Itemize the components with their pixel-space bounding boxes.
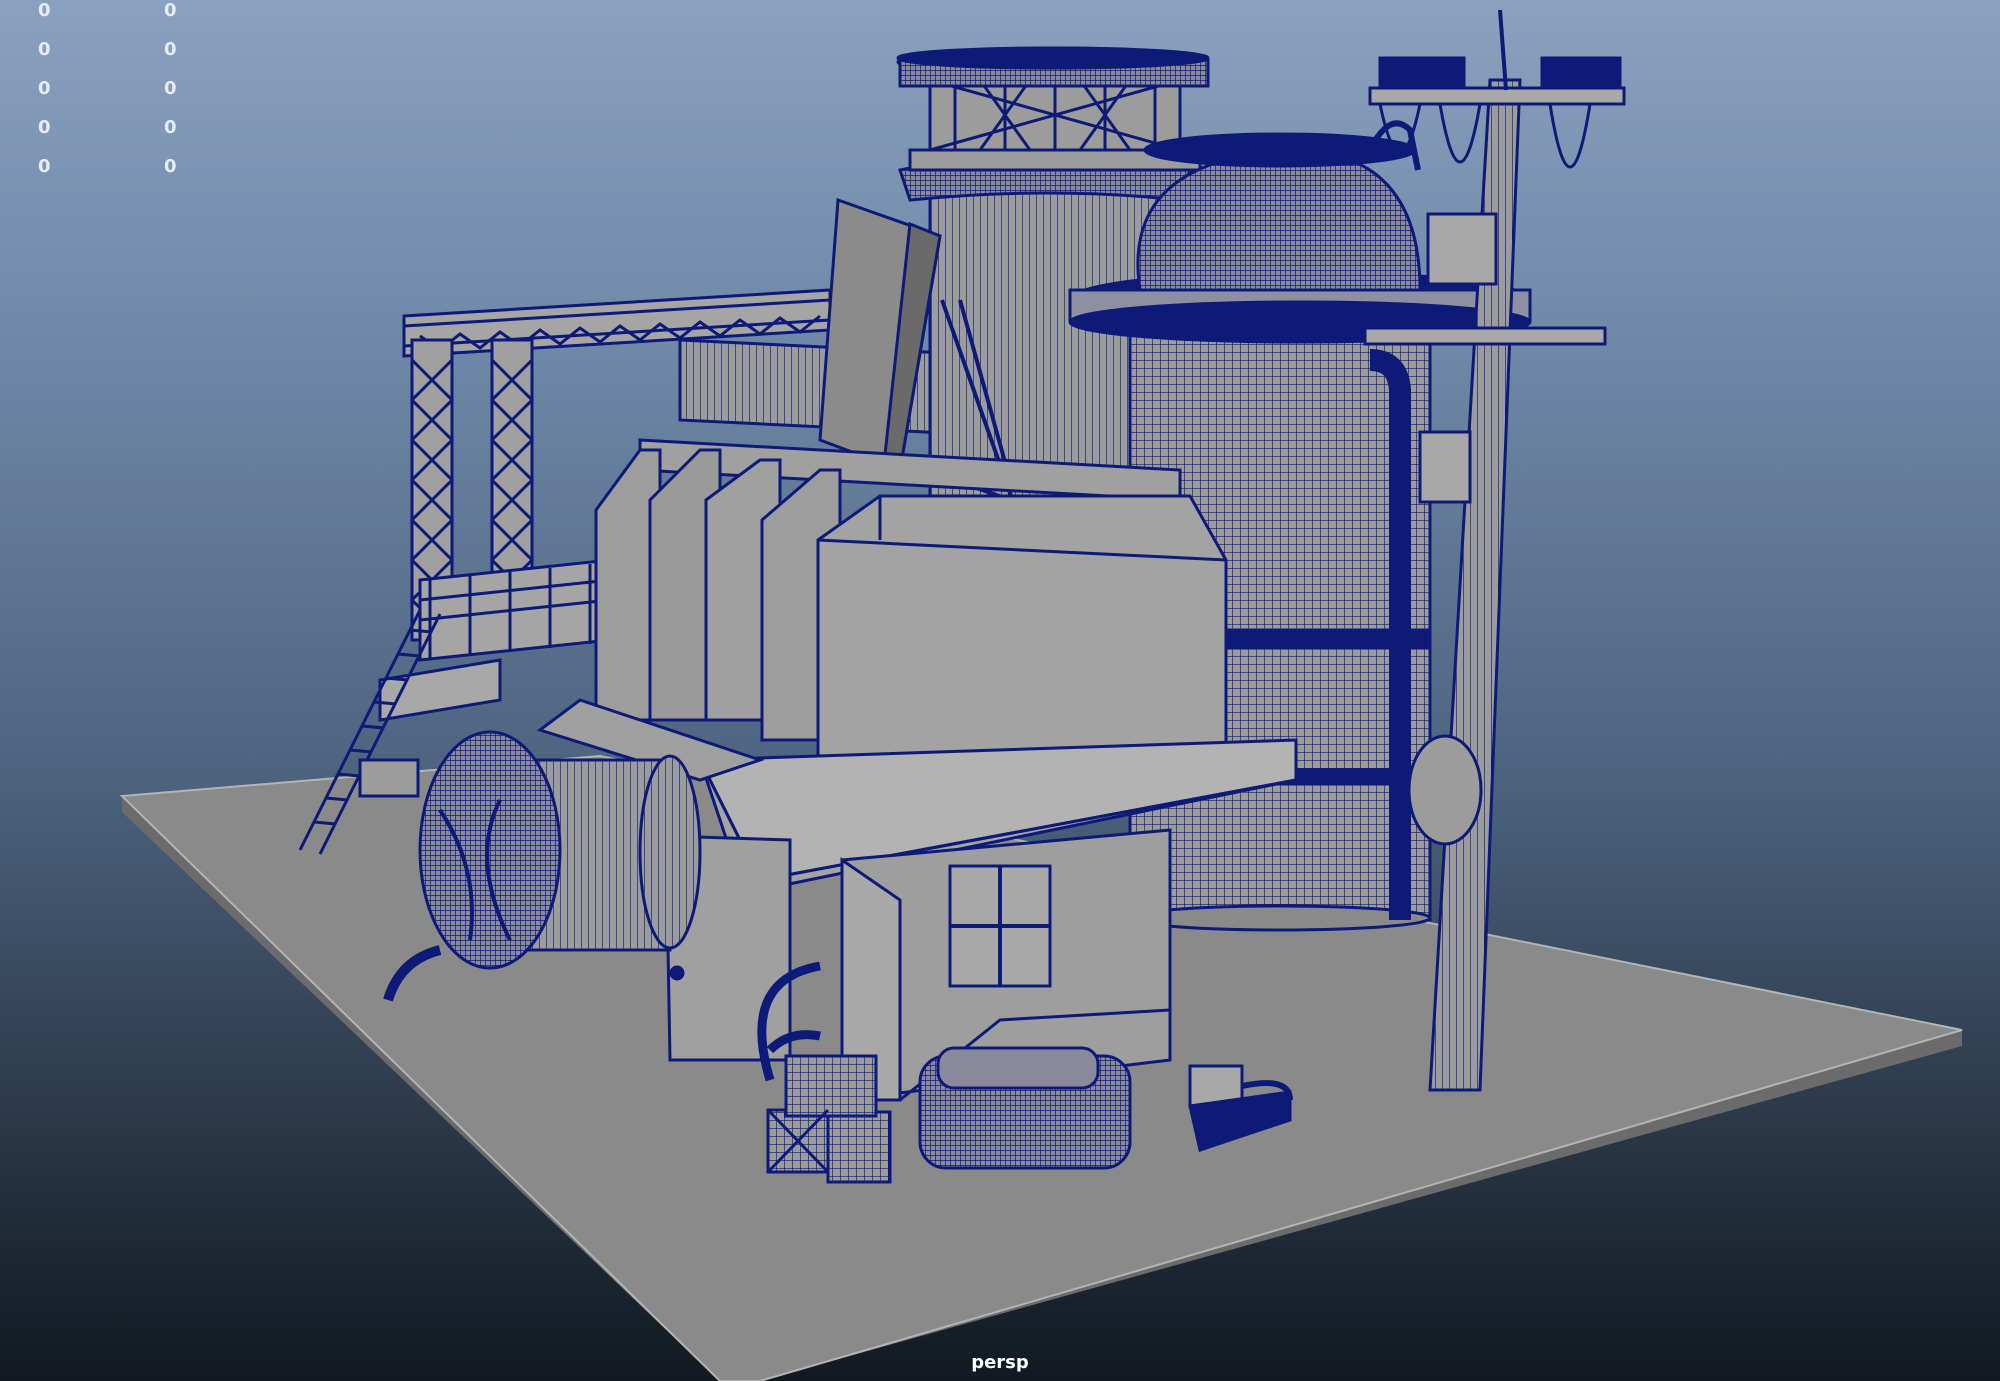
- hud-value: 0: [164, 0, 177, 21]
- hud-value: 0: [164, 156, 177, 177]
- hud-value: 0: [38, 39, 51, 60]
- scene-render[interactable]: [0, 0, 2000, 1381]
- couch[interactable]: [918, 1046, 1132, 1170]
- hud-value: 0: [38, 78, 51, 99]
- hud-row: 0 0: [0, 78, 260, 102]
- hud-value: 0: [164, 78, 177, 99]
- hud-row: 0 0: [0, 156, 260, 180]
- hud-row: 0 0: [0, 0, 260, 24]
- hud-value: 0: [164, 39, 177, 60]
- hud-value: 0: [38, 117, 51, 138]
- maya-perspective-viewport[interactable]: 0 0 0 0 0 0 0 0 0 0 persp: [0, 0, 2000, 1381]
- hud-row: 0 0: [0, 39, 260, 63]
- hud-value: 0: [164, 117, 177, 138]
- hud-stats: 0 0 0 0 0 0 0 0 0 0: [0, 0, 260, 200]
- camera-label: persp: [971, 1352, 1029, 1373]
- crate-stack[interactable]: [766, 1054, 892, 1184]
- hud-row: 0 0: [0, 117, 260, 141]
- hud-value: 0: [38, 156, 51, 177]
- hud-value: 0: [38, 0, 51, 21]
